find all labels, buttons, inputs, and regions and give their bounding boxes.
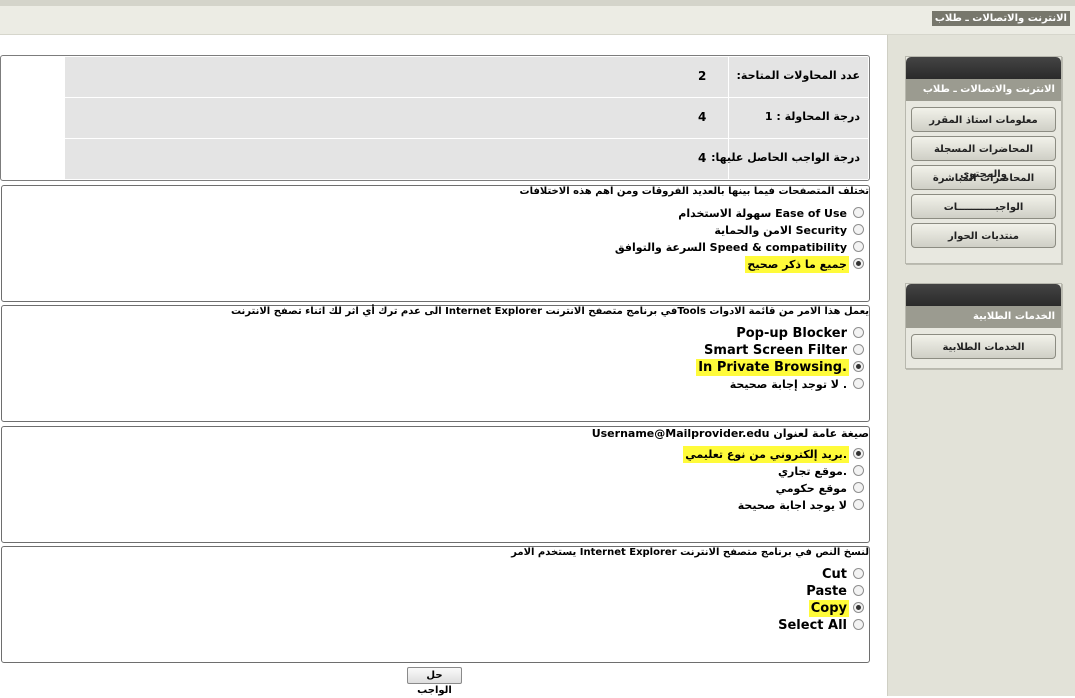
- answer-option[interactable]: سهولة الاستخدام Ease of Use: [676, 203, 864, 220]
- attempt-info-table: 2 عدد المحاولات المتاحة: 4 درجة المحاولة…: [0, 55, 870, 181]
- radio-button[interactable]: [853, 344, 864, 355]
- sidebar-panel-course: الانترنت والاتصالات ـ طلاب معلومات استاذ…: [905, 56, 1062, 264]
- answer-option[interactable]: السرعة والتوافق Speed & compatibility: [613, 237, 864, 254]
- radio-button-selected[interactable]: [853, 448, 864, 459]
- answer-option[interactable]: In Private Browsing.: [696, 357, 864, 376]
- sidebar-panel-services: الخدمات الطلابية الخدمات الطلابية: [905, 283, 1062, 369]
- radio-button[interactable]: [853, 327, 864, 338]
- info-label: درجة المحاولة : 1: [764, 110, 860, 123]
- course-title: الانترنت والاتصالات ـ طلاب: [931, 11, 1070, 26]
- info-value: 4: [698, 151, 707, 165]
- info-row: 4 درجة المحاولة : 1: [65, 98, 868, 139]
- question-text: لنسخ النص في برنامج متصفح الانترنت Inter…: [511, 547, 869, 558]
- question-text: يعمل هذا الامر من قائمة الادوات Toolsفي …: [230, 306, 869, 317]
- option-label: لا يوجد اجابة صحيحة: [737, 499, 847, 512]
- radio-button[interactable]: [853, 499, 864, 510]
- option-label: جميع ما ذكر صحيح: [745, 256, 849, 273]
- radio-button[interactable]: [853, 619, 864, 630]
- option-label: Select All: [778, 618, 847, 633]
- question-1: تختلف المتصفحات فيما بينها بالعديد الفرو…: [1, 185, 870, 302]
- sidebar-item-instructor-info[interactable]: معلومات استاذ المقرر: [911, 107, 1056, 132]
- answer-option[interactable]: Cut: [820, 564, 864, 582]
- sidebar-item-live-lectures[interactable]: المحاضرات المباشرة: [911, 165, 1056, 190]
- answer-option[interactable]: جميع ما ذكر صحيح: [745, 254, 864, 273]
- option-label: لا توجد إجابة صحيحة .: [729, 378, 847, 391]
- answer-option[interactable]: Pop-up Blocker: [734, 323, 864, 341]
- info-row: 4 درجة الواجب الحاصل عليها:: [65, 139, 868, 180]
- answer-option[interactable]: بريد إلكتروني من نوع تعليمي.: [683, 444, 864, 463]
- radio-button[interactable]: [853, 241, 864, 252]
- radio-button[interactable]: [853, 465, 864, 476]
- answer-option[interactable]: لا توجد إجابة صحيحة .: [728, 374, 864, 391]
- answer-option[interactable]: لا يوجد اجابة صحيحة: [736, 495, 864, 512]
- answer-option[interactable]: Select All: [776, 615, 864, 633]
- answer-option[interactable]: موقع تجاري.: [776, 461, 864, 478]
- answer-option[interactable]: الامن والحماية Security: [712, 220, 864, 237]
- radio-button[interactable]: [853, 568, 864, 579]
- answer-option[interactable]: Smart Screen Filter: [702, 340, 864, 358]
- sidebar-item-student-services[interactable]: الخدمات الطلابية: [911, 334, 1056, 359]
- panel-header-bar: [906, 57, 1061, 79]
- info-row: 2 عدد المحاولات المتاحة:: [65, 57, 868, 98]
- radio-button-selected[interactable]: [853, 258, 864, 269]
- radio-button-selected[interactable]: [853, 602, 864, 613]
- question-text: تختلف المتصفحات فيما بينها بالعديد الفرو…: [519, 186, 869, 197]
- answer-option[interactable]: موقع حكومي: [774, 478, 864, 495]
- sidebar-item-assignments[interactable]: الواجبـــــــــــات: [911, 194, 1056, 219]
- info-label: درجة الواجب الحاصل عليها:: [711, 151, 860, 164]
- question-2: يعمل هذا الامر من قائمة الادوات Toolsفي …: [1, 305, 870, 422]
- radio-button-selected[interactable]: [853, 361, 864, 372]
- top-bar: الانترنت والاتصالات ـ طلاب: [0, 6, 1075, 35]
- radio-button[interactable]: [853, 482, 864, 493]
- info-value: 4: [698, 110, 707, 124]
- answer-option[interactable]: Paste: [804, 581, 864, 599]
- panel-header-bar: [906, 284, 1061, 306]
- info-value: 2: [698, 69, 707, 83]
- radio-button[interactable]: [853, 224, 864, 235]
- sidebar-item-recorded-lectures[interactable]: المحاضرات المسجلة والمحتوى: [911, 136, 1056, 180]
- radio-button[interactable]: [853, 585, 864, 596]
- question-text: صيغة عامة لعنوان Username@Mailprovider.e…: [591, 427, 869, 440]
- panel-title: الانترنت والاتصالات ـ طلاب: [906, 79, 1061, 101]
- question-3: صيغة عامة لعنوان Username@Mailprovider.e…: [1, 426, 870, 543]
- answer-option[interactable]: Copy: [808, 598, 864, 617]
- submit-assignment-button[interactable]: حل الواجب: [407, 667, 462, 696]
- radio-button[interactable]: [853, 207, 864, 218]
- panel-title: الخدمات الطلابية: [906, 306, 1061, 328]
- question-4: لنسخ النص في برنامج متصفح الانترنت Inter…: [1, 546, 870, 663]
- radio-button[interactable]: [853, 378, 864, 389]
- sidebar-item-forums[interactable]: منتديات الحوار: [911, 223, 1056, 248]
- info-label: عدد المحاولات المتاحة:: [736, 69, 860, 82]
